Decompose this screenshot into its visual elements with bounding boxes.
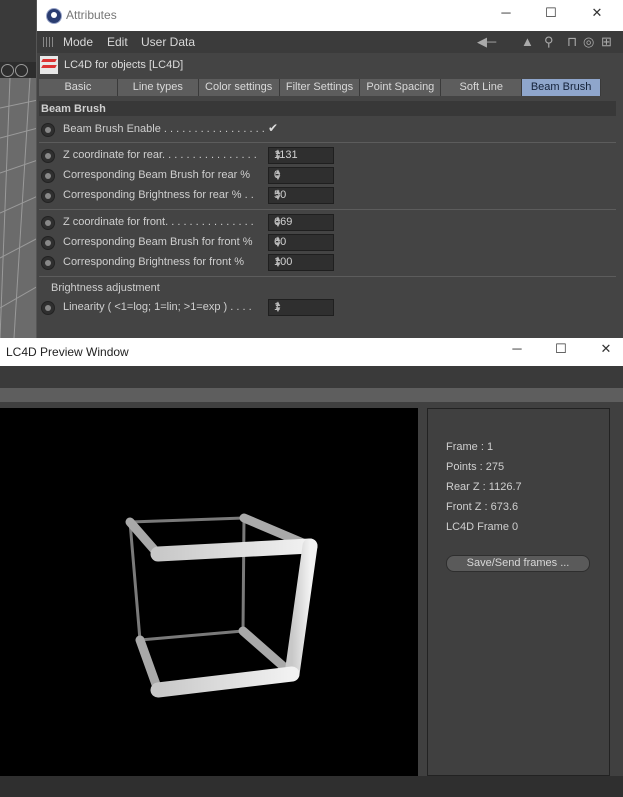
preview-statusbar bbox=[0, 776, 623, 797]
save-send-frames-button[interactable]: Save/Send frames ... bbox=[446, 555, 590, 572]
keyframe-radio-icon[interactable] bbox=[41, 189, 55, 203]
front-z-label: Z coordinate for front. . . . . . . . . … bbox=[63, 216, 254, 228]
front-brush-label: Corresponding Beam Brush for front % bbox=[63, 236, 253, 248]
preview-minimize-button[interactable]: ─ bbox=[502, 341, 532, 356]
spinner-icon[interactable]: ▲ ▼ bbox=[274, 188, 330, 202]
rear-z-field[interactable]: 1131 ▲ ▼ bbox=[268, 147, 334, 164]
divider bbox=[39, 209, 616, 210]
spinner-icon[interactable]: ▲ ▼ bbox=[274, 168, 330, 182]
add-icon[interactable]: ⊞ bbox=[601, 34, 612, 50]
tab-color-settings[interactable]: Color settings bbox=[198, 79, 280, 96]
front-brightness-label: Corresponding Brightness for front % bbox=[63, 256, 244, 268]
section-header: Beam Brush bbox=[39, 101, 616, 116]
spinner-icon[interactable]: ▲ ▼ bbox=[274, 235, 330, 249]
rear-brightness-row: Corresponding Brightness for rear % . . … bbox=[37, 186, 623, 206]
rear-z-info: Rear Z : 1126.7 bbox=[446, 481, 522, 493]
spinner-icon[interactable]: ▲ ▼ bbox=[274, 300, 330, 314]
lc4d-logo-icon bbox=[40, 56, 58, 74]
background-toolbar bbox=[0, 62, 38, 78]
preview-titlebar: LC4D Preview Window ─ ☐ ✕ bbox=[0, 338, 623, 366]
attributes-window: Attributes ─ ☐ ✕ Mode Edit User Data ◀─ … bbox=[36, 0, 623, 338]
preview-close-button[interactable]: ✕ bbox=[591, 341, 621, 357]
preview-window: LC4D Preview Window ─ ☐ ✕ Frame: 1 Poin… bbox=[0, 338, 623, 797]
info-panel: Frame : 1 Points : 275 Rear Z : 1126.7 F… bbox=[427, 408, 610, 776]
tab-filter-settings[interactable]: Filter Settings bbox=[279, 79, 361, 96]
spinner-icon[interactable]: ▲ ▼ bbox=[274, 148, 330, 162]
tab-soft-line[interactable]: Soft Line bbox=[441, 79, 523, 96]
cinema4d-logo-icon bbox=[46, 8, 62, 24]
background-app-strip bbox=[0, 0, 38, 340]
front-z-field[interactable]: 669 ▲ ▼ bbox=[268, 214, 334, 231]
front-brightness-field[interactable]: 100 ▲ ▼ bbox=[268, 254, 334, 271]
rear-brush-label: Corresponding Beam Brush for rear % bbox=[63, 169, 251, 181]
front-z-info: Front Z : 673.6 bbox=[446, 501, 519, 513]
preview-toolbar bbox=[0, 366, 623, 388]
cursor-icon[interactable]: ▲ bbox=[521, 34, 534, 49]
linearity-row: Linearity ( <1=log; 1=lin; >1=exp ) . . … bbox=[37, 298, 623, 318]
points-info: Points : 275 bbox=[446, 461, 505, 473]
spinner-icon[interactable]: ▲ ▼ bbox=[274, 215, 330, 229]
beam-brush-enable-row: Beam Brush Enable . . . . . . . . . . . … bbox=[37, 120, 623, 140]
view-icon[interactable] bbox=[1, 64, 14, 77]
linearity-label: Linearity ( <1=log; 1=lin; >1=exp ) . . … bbox=[63, 301, 252, 313]
tab-basic[interactable]: Basic bbox=[39, 79, 118, 96]
beam-brush-enable-checkbox[interactable]: ✔ bbox=[268, 121, 278, 135]
preview-window-title: LC4D Preview Window bbox=[6, 345, 129, 359]
spinner-icon[interactable]: ▲ ▼ bbox=[274, 255, 330, 269]
attributes-titlebar: Attributes ─ ☐ ✕ bbox=[37, 0, 623, 31]
menu-bar: Mode Edit User Data ◀─ ▲ ⚲ ⊓ ◎ ⊞ bbox=[37, 31, 623, 53]
keyframe-radio-icon[interactable] bbox=[41, 123, 55, 137]
rear-z-label: Z coordinate for rear. . . . . . . . . .… bbox=[63, 149, 257, 161]
front-z-row: Z coordinate for front. . . . . . . . . … bbox=[37, 213, 623, 233]
front-brush-row: Corresponding Beam Brush for front % 60 ▲… bbox=[37, 233, 623, 253]
front-brush-field[interactable]: 60 ▲ ▼ bbox=[268, 234, 334, 251]
divider bbox=[39, 142, 616, 143]
tab-bar: Basic Line types Color settings Filter S… bbox=[39, 79, 602, 97]
rear-brightness-field[interactable]: 50 ▲ ▼ bbox=[268, 187, 334, 204]
section-title: Beam Brush bbox=[41, 103, 106, 115]
tab-point-spacing[interactable]: Point Spacing bbox=[360, 79, 442, 96]
keyframe-radio-icon[interactable] bbox=[41, 216, 55, 230]
maximize-button[interactable]: ☐ bbox=[536, 5, 566, 21]
window-title: Attributes bbox=[66, 8, 117, 22]
rear-brightness-label: Corresponding Brightness for rear % . . bbox=[63, 189, 254, 201]
close-button[interactable]: ✕ bbox=[582, 5, 612, 21]
object-title: LC4D for objects [LC4D] bbox=[64, 59, 184, 71]
brightness-adjustment-heading: Brightness adjustment bbox=[51, 282, 160, 294]
object-bar: LC4D for objects [LC4D] bbox=[37, 54, 623, 76]
preview-maximize-button[interactable]: ☐ bbox=[546, 341, 576, 357]
background-viewport bbox=[0, 78, 38, 338]
lock-icon[interactable]: ⊓ bbox=[567, 34, 577, 50]
rear-z-row: Z coordinate for rear. . . . . . . . . .… bbox=[37, 146, 623, 166]
frame-info: Frame : 1 bbox=[446, 441, 494, 453]
grip-icon bbox=[43, 37, 55, 47]
wireframe-cube-render bbox=[125, 513, 318, 698]
divider bbox=[39, 276, 616, 277]
menu-edit[interactable]: Edit bbox=[107, 35, 128, 49]
keyframe-radio-icon[interactable] bbox=[41, 149, 55, 163]
keyframe-radio-icon[interactable] bbox=[41, 169, 55, 183]
tab-beam-brush[interactable]: Beam Brush bbox=[522, 79, 602, 96]
keyframe-radio-icon[interactable] bbox=[41, 256, 55, 270]
keyframe-radio-icon[interactable] bbox=[41, 301, 55, 315]
preview-toolbar-strip bbox=[0, 388, 623, 402]
target-icon[interactable]: ◎ bbox=[583, 34, 594, 50]
linearity-field[interactable]: 1 ▲ ▼ bbox=[268, 299, 334, 316]
back-arrow-icon[interactable]: ◀─ bbox=[477, 34, 496, 50]
rear-brush-field[interactable]: 0 ▲ ▼ bbox=[268, 167, 334, 184]
menu-mode[interactable]: Mode bbox=[63, 35, 93, 49]
minimize-button[interactable]: ─ bbox=[491, 5, 521, 20]
tab-line-types[interactable]: Line types bbox=[117, 79, 199, 96]
search-icon[interactable]: ⚲ bbox=[544, 34, 554, 50]
menu-user-data[interactable]: User Data bbox=[141, 35, 195, 49]
front-brightness-row: Corresponding Brightness for front % 100… bbox=[37, 253, 623, 273]
beam-brush-enable-label: Beam Brush Enable . . . . . . . . . . . … bbox=[63, 123, 265, 135]
view-icon[interactable] bbox=[15, 64, 28, 77]
keyframe-radio-icon[interactable] bbox=[41, 236, 55, 250]
rear-brush-row: Corresponding Beam Brush for rear % 0 ▲ ▼ bbox=[37, 166, 623, 186]
lc4d-frame-info: LC4D Frame 0 bbox=[446, 521, 519, 533]
preview-canvas[interactable] bbox=[0, 408, 418, 776]
